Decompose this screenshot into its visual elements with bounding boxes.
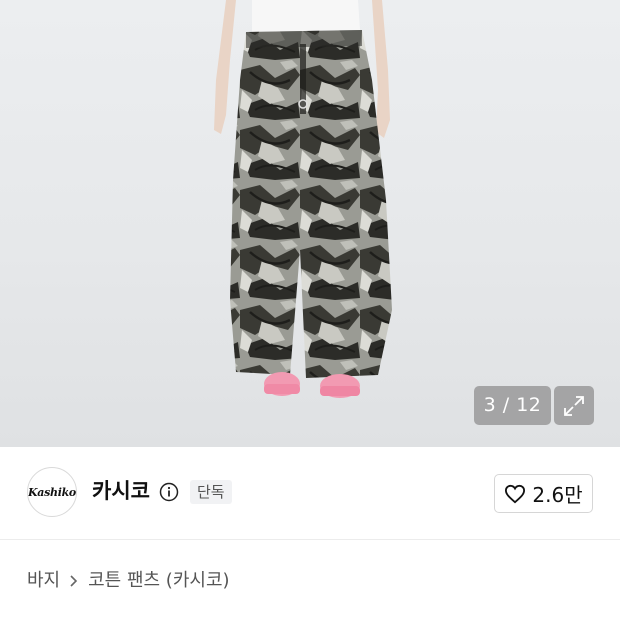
model-photo	[214, 0, 392, 398]
image-counter: 3 / 12	[474, 386, 551, 425]
heart-icon	[505, 484, 526, 503]
chevron-right-icon	[70, 575, 78, 587]
brand-name[interactable]: 카시코	[92, 477, 150, 505]
product-image[interactable]: 3 / 12	[0, 0, 620, 447]
like-count: 2.6만	[532, 483, 583, 507]
brand-logo-text: Kashiko	[28, 485, 76, 499]
product-title	[27, 608, 357, 620]
expand-arrows-icon	[564, 395, 584, 416]
like-button[interactable]: 2.6만	[494, 474, 593, 513]
exclusive-badge: 단독	[190, 480, 232, 504]
brand-bar: Kashiko 카시코 단독 2.6만	[0, 447, 620, 540]
expand-button[interactable]	[554, 386, 594, 425]
breadcrumb-item-subcategory[interactable]: 코튼 팬츠 (카시코)	[88, 569, 229, 593]
info-icon[interactable]	[159, 482, 179, 502]
breadcrumb: 바지 코튼 팬츠 (카시코)	[27, 569, 230, 593]
brand-logo[interactable]: Kashiko	[27, 467, 77, 517]
breadcrumb-item-category[interactable]: 바지	[27, 569, 60, 593]
